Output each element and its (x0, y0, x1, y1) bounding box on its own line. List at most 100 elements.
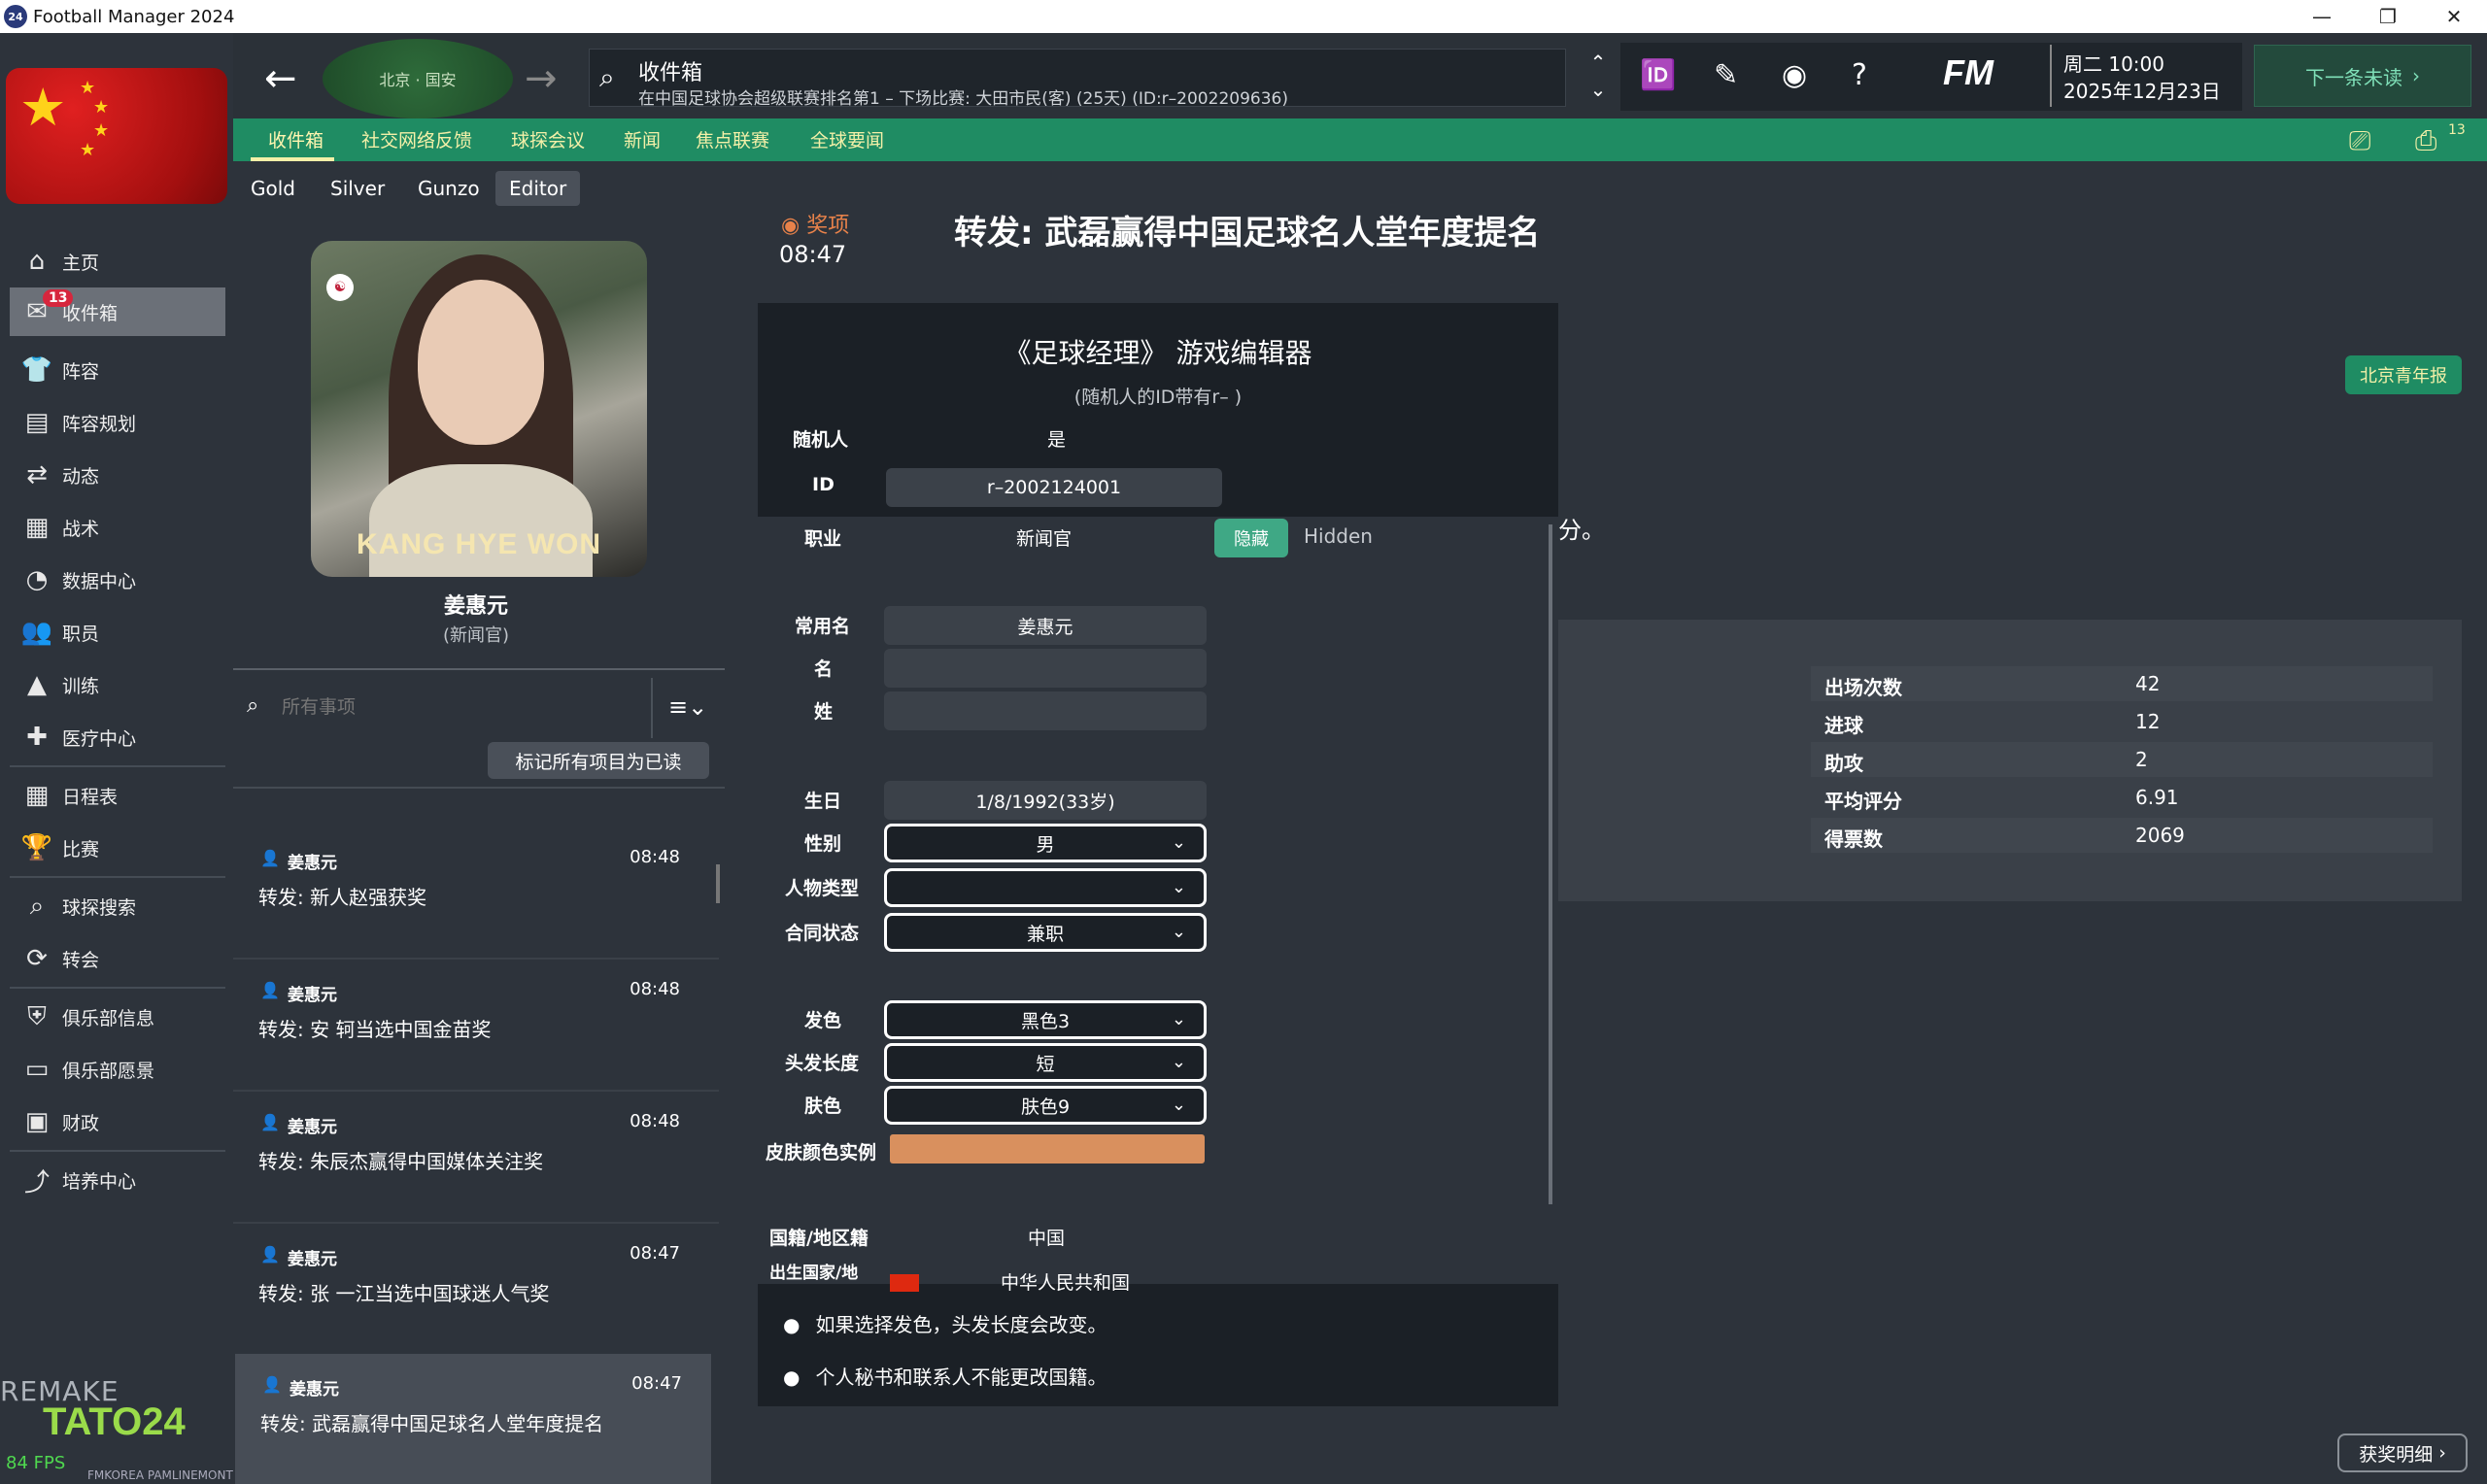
search-divider (651, 678, 653, 738)
gender-value: 男 (1036, 833, 1055, 856)
nation-flag[interactable]: ★ ★ ★ ★ ★ (6, 68, 227, 204)
sidebar-item-squad[interactable]: 👕 阵容 (0, 346, 233, 394)
sidebar-item-label: 日程表 (62, 786, 119, 808)
flag-star-icon: ★ (93, 97, 110, 118)
inbox-tray-icon[interactable]: ⎙ (2415, 124, 2436, 157)
chevron-down-icon[interactable]: ⌄ (1584, 76, 1613, 103)
person-icon: 👤 (260, 849, 280, 867)
close-icon[interactable]: ✕ (2421, 0, 2487, 33)
sidebar-item-club-vision[interactable]: ▭ 俱乐部愿景 (0, 1045, 233, 1094)
help-icon[interactable]: ? (1852, 58, 1867, 92)
list-scrollbar[interactable] (716, 864, 720, 903)
global-search-box[interactable]: ⌕ 收件箱 在中国足球协会超级联赛排名第1 – 下场比赛: 大田市民(客) (2… (589, 49, 1566, 109)
newspaper-tag[interactable]: 北京青年报 (2345, 355, 2462, 394)
sidebar-item-finances[interactable]: ▣ 财政 (0, 1097, 233, 1146)
message-search[interactable]: ⌕ (233, 678, 653, 738)
stat-key: 平均评分 (1824, 790, 1902, 813)
message-subject: 转发: 安 轲当选中国金苗奖 (258, 1018, 492, 1041)
sidebar-item-club-info[interactable]: ⛨ 俱乐部信息 (0, 993, 233, 1041)
hair-length-select[interactable]: 短 ⌄ (884, 1043, 1207, 1082)
job-label: 职业 (804, 528, 842, 550)
id-card-icon[interactable]: 🆔 (1640, 58, 1676, 92)
last-name-field[interactable] (884, 691, 1207, 730)
restore-icon[interactable]: ❐ (2355, 0, 2421, 33)
contract-select[interactable]: 兼职 ⌄ (884, 913, 1207, 952)
history-stepper[interactable]: ⌃ ⌄ (1584, 49, 1613, 107)
tab-world-news[interactable]: 全球要闻 (810, 126, 884, 152)
list-item[interactable]: 👤 姜惠元 08:48 转发: 安 轲当选中国金苗奖 (233, 960, 709, 1090)
persona-select[interactable]: ⌄ (884, 868, 1207, 907)
back-arrow-icon[interactable]: ← (264, 56, 297, 101)
sidebar-item-staff[interactable]: 👥 职员 (0, 608, 233, 657)
person-name[interactable]: 姜惠元 (233, 589, 719, 620)
forward-arrow-icon[interactable]: → (525, 56, 558, 101)
sidebar-item-development-centre[interactable]: ⤴ 培养中心 (0, 1156, 233, 1204)
list-item[interactable]: 👤 姜惠元 08:48 转发: 朱辰杰赢得中国媒体关注奖 (233, 1092, 709, 1222)
fm-logo[interactable]: FM (1943, 52, 1993, 93)
pencil-icon[interactable]: ✎ (1714, 58, 1738, 92)
skin-select[interactable]: 肤色9 ⌄ (884, 1086, 1207, 1125)
hair-color-value: 黑色3 (1020, 1010, 1071, 1032)
message-subject: 转发: 武磊赢得中国足球名人堂年度提名 (260, 1412, 604, 1435)
sidebar-item-medical[interactable]: ✚ 医疗中心 (0, 713, 233, 761)
first-name-field[interactable] (884, 649, 1207, 688)
sidebar-item-dynamics[interactable]: ⇄ 动态 (0, 451, 233, 499)
tab-news[interactable]: 新闻 (624, 126, 661, 152)
tab-inbox[interactable]: 收件箱 (268, 126, 324, 152)
tab-silver[interactable]: Silver (330, 177, 385, 200)
award-tag-label: 奖项 (806, 214, 850, 238)
minimize-icon[interactable]: — (2289, 0, 2355, 33)
message-search-input[interactable] (282, 688, 631, 726)
next-unread-button[interactable]: 下一条未读 › (2254, 45, 2471, 107)
sidebar-item-inbox[interactable]: ✉ 13 收件箱 (10, 287, 225, 336)
tab-gold[interactable]: Gold (251, 177, 295, 200)
mark-all-read-button[interactable]: 标记所有项目为已读 (488, 742, 709, 779)
list-item-selected[interactable]: 👤 姜惠元 08:47 转发: 武磊赢得中国足球名人堂年度提名 (235, 1354, 711, 1484)
chevron-down-icon: ⌄ (1171, 1052, 1186, 1072)
sidebar-item-label: 主页 (62, 252, 100, 274)
sidebar-item-schedule[interactable]: ▦ 日程表 (0, 771, 233, 820)
club-logo[interactable]: 北京 · 国安 (323, 39, 513, 118)
sidebar-divider (10, 1150, 225, 1152)
hide-toggle-button[interactable]: 隐藏 (1214, 519, 1288, 557)
tab-scout-meetings[interactable]: 球探会议 (511, 126, 585, 152)
person-portrait[interactable]: ☯ KANG HYE WON (311, 241, 647, 577)
chevron-down-icon: ⌄ (1171, 877, 1186, 897)
sidebar-item-scouting[interactable]: ⌕ 球探搜索 (0, 882, 233, 930)
editor-scrollbar[interactable] (1549, 524, 1552, 1204)
birth-country-value: 中华人民共和国 (1001, 1272, 1131, 1294)
id-field[interactable]: r–2002124001 (886, 468, 1222, 507)
data-icon: ◔ (25, 565, 49, 594)
filter-menu-icon[interactable]: ≡⌄ (668, 693, 707, 721)
sidebar-item-tactics[interactable]: ▦ 战术 (0, 503, 233, 552)
tab-editor[interactable]: Editor (495, 171, 581, 206)
common-name-field[interactable]: 姜惠元 (884, 606, 1207, 645)
person-icon: 👤 (262, 1375, 282, 1394)
stat-value: 12 (2135, 710, 2161, 733)
bbc-icon[interactable]: ⎚ (2349, 124, 2370, 157)
sidebar-item-transfers[interactable]: ⟳ 转会 (0, 934, 233, 983)
sidebar-item-label: 训练 (62, 675, 100, 697)
table-row: 进球 12 (1811, 704, 2433, 739)
gender-select[interactable]: 男 ⌄ (884, 824, 1207, 862)
sidebar-item-squad-planner[interactable]: ▤ 阵容规划 (0, 398, 233, 447)
vision-icon: ▭ (24, 1055, 50, 1084)
hair-color-select[interactable]: 黑色3 ⌄ (884, 1000, 1207, 1039)
transfer-icon: ⟳ (26, 944, 48, 973)
tab-social-feed[interactable]: 社交网络反馈 (361, 126, 472, 152)
award-details-button[interactable]: 获奖明细 › (2337, 1433, 2468, 1472)
sidebar-item-training[interactable]: ▲ 训练 (0, 660, 233, 709)
tab-focus-league[interactable]: 焦点联赛 (696, 126, 769, 152)
hidden-label: Hidden (1304, 524, 1373, 548)
tab-gunzo[interactable]: Gunzo (418, 177, 480, 200)
sidebar-item-competitions[interactable]: 🏆 比赛 (0, 824, 233, 872)
list-item[interactable]: 👤 姜惠元 08:47 转发: 张 一江当选中国球迷人气奖 (233, 1224, 709, 1354)
birthdate-field[interactable]: 1/8/1992(33岁) (884, 781, 1207, 820)
sidebar-item-data-hub[interactable]: ◔ 数据中心 (0, 556, 233, 604)
globe-icon[interactable]: ◉ (1782, 58, 1807, 92)
list-item[interactable]: 👤 姜惠元 08:48 转发: 新人赵强获奖 (233, 827, 709, 958)
calendar-icon: ▦ (24, 781, 50, 810)
sidebar-item-home[interactable]: ⌂ 主页 (0, 237, 233, 286)
chevron-up-icon[interactable]: ⌃ (1584, 49, 1613, 76)
development-icon: ⤴ (23, 1167, 50, 1197)
